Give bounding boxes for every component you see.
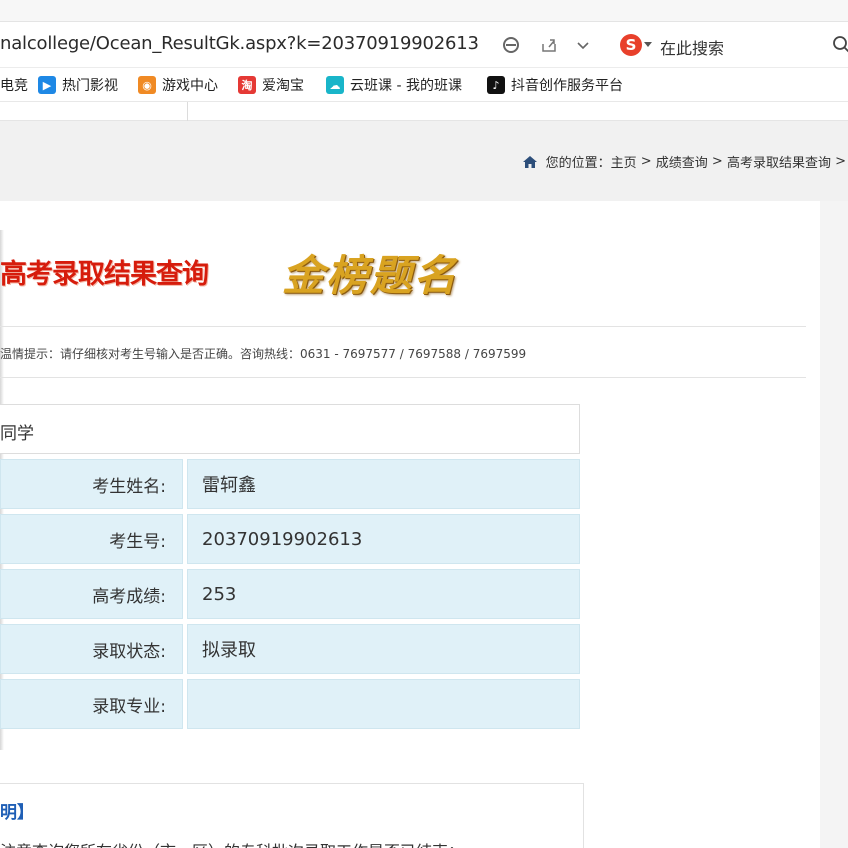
play-icon: ▶ [38,76,56,94]
address-bar[interactable]: nalcollege/Ocean_ResultGk.aspx?k=2037091… [0,22,848,68]
breadcrumb-separator: > [636,154,656,169]
bookmark-label: 热门影视 [62,78,118,94]
bookmark-esports[interactable]: 电竞 [0,75,28,95]
field-value: 253 [187,569,580,619]
field-value: 雷轲鑫 [187,459,580,509]
bookmark-yunbanke[interactable]: ☁ 云班课 - 我的班课 [326,75,462,95]
field-label: 高考成绩: [0,569,183,619]
breadcrumb: 您的位置： 主页 > 成绩查询 > 高考录取结果查询 > [522,152,846,171]
home-icon [522,155,537,168]
table-row-name: 考生姓名: 雷轲鑫 [0,459,580,509]
chevron-down-icon[interactable] [572,34,594,56]
field-label: 录取专业: [0,679,183,729]
bookmark-label: 电竞 [0,78,28,94]
bookmark-game-center[interactable]: ◉ 游戏中心 [138,75,218,95]
result-table-heading: 同学 [0,404,580,454]
sogou-search-engine-icon[interactable]: S [620,34,642,56]
tab-divider [187,102,188,121]
engine-dropdown-caret-icon[interactable] [644,42,652,47]
field-value: 20370919902613 [187,514,580,564]
bookmark-aitaobao[interactable]: 淘 爱淘宝 [238,75,304,95]
banner-text: 金榜题名 [282,251,459,300]
bookmarks-bar: 电竞 ▶ 热门影视 ◉ 游戏中心 淘 爱淘宝 ☁ 云班课 - 我的班课 ♪ 抖音… [0,68,848,102]
cloud-icon: ☁ [326,76,344,94]
bookmark-label: 云班课 - 我的班课 [350,78,462,94]
browser-top-strip [0,0,848,22]
field-label: 录取状态: [0,624,183,674]
ie-compat-icon[interactable] [500,34,522,56]
table-row-admission-status: 录取状态: 拟录取 [0,624,580,674]
search-icon[interactable] [832,34,848,56]
divider [0,326,806,327]
breadcrumb-tail: > [830,154,846,169]
field-value [187,679,580,729]
gamepad-icon: ◉ [138,76,156,94]
breadcrumb-admission-query-link[interactable]: 高考录取结果查询 [727,152,831,171]
breadcrumb-score-query-link[interactable]: 成绩查询 [656,152,708,171]
field-value: 拟录取 [187,624,580,674]
breadcrumb-prefix: 您的位置： [545,156,611,171]
note-text: 注意查询您所在省份（市、区）的专科批次录取工作是否已结束； [0,838,464,848]
notice-text: 温情提示：请仔细核对考生号输入是否正确。咨询热线：0631 - 7697577 … [0,347,527,361]
table-row-major: 录取专业: [0,679,580,729]
search-box-placeholder[interactable]: 在此搜索 [660,35,724,59]
bookmark-hot-videos[interactable]: ▶ 热门影视 [38,75,118,95]
breadcrumb-home-link[interactable]: 主页 [611,152,637,171]
page-tab-strip [0,102,848,121]
page-header-band: 您的位置： 主页 > 成绩查询 > 高考录取结果查询 > [0,121,848,201]
page-title: 高考录取结果查询 [0,259,209,290]
divider [0,377,806,378]
table-row-score: 高考成绩: 253 [0,569,580,619]
bookmark-label: 抖音创作服务平台 [511,78,623,94]
breadcrumb-separator: > [707,154,727,169]
student-greeting: 同学 [0,424,34,444]
share-icon[interactable] [538,34,560,56]
field-label: 考生号: [0,514,183,564]
field-label: 考生姓名: [0,459,183,509]
table-row-exam-number: 考生号: 20370919902613 [0,514,580,564]
bookmark-label: 游戏中心 [162,78,218,94]
url-text[interactable]: nalcollege/Ocean_ResultGk.aspx?k=2037091… [0,33,479,54]
bookmark-douyin-creator[interactable]: ♪ 抖音创作服务平台 [487,75,623,95]
taobao-icon: 淘 [238,76,256,94]
douyin-icon: ♪ [487,76,505,94]
note-title: 明】 [0,803,34,823]
bookmark-label: 爱淘宝 [262,78,304,94]
note-box: 明】 注意查询您所在省份（市、区）的专科批次录取工作是否已结束； [0,783,584,848]
